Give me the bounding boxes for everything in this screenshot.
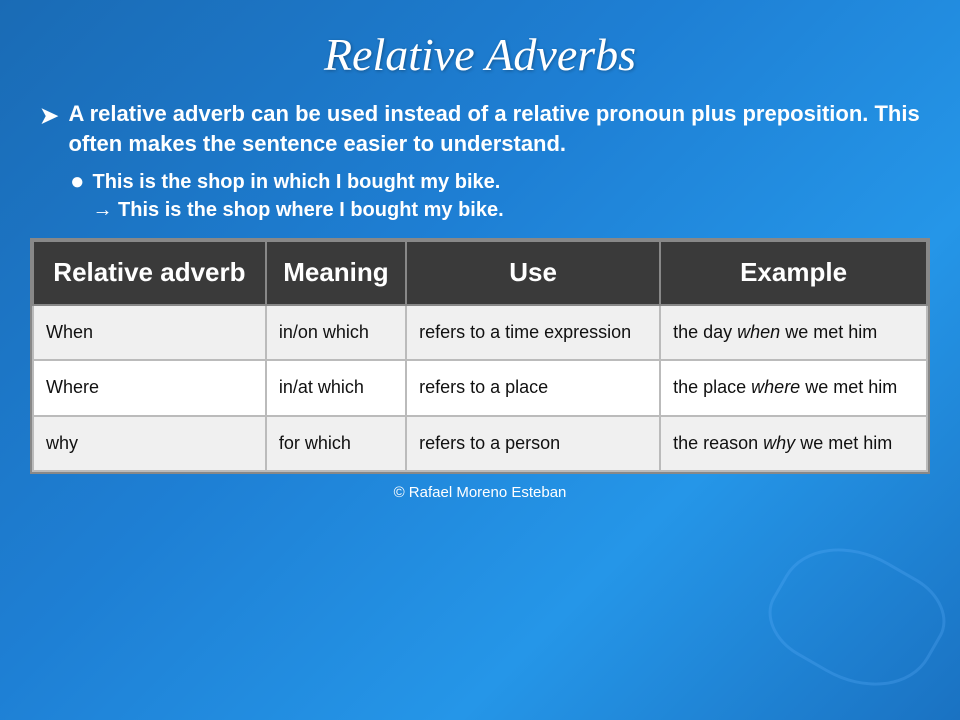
table-row: Where in/at which refers to a place the … xyxy=(33,360,927,415)
relative-adverbs-table: Relative adverb Meaning Use Example When… xyxy=(32,240,928,471)
sub-text-line1: This is the shop in which I bought my bi… xyxy=(93,171,501,193)
example-when-italic: when xyxy=(737,322,780,342)
table-header-row: Relative adverb Meaning Use Example xyxy=(33,241,927,305)
page-title: Relative Adverbs xyxy=(324,28,636,81)
example-where: the place where we met him xyxy=(660,360,927,415)
example-why: the reason why we met him xyxy=(660,416,927,471)
col-header-adverb: Relative adverb xyxy=(33,241,266,305)
adverb-why: why xyxy=(33,416,266,471)
example-why-italic: why xyxy=(763,433,795,453)
sub-bullet: ● This is the shop in which I bought my … xyxy=(40,168,920,224)
meaning-where: in/at which xyxy=(266,360,406,415)
adverb-where: Where xyxy=(33,360,266,415)
footer-text: © Rafael Moreno Esteban xyxy=(394,484,567,501)
example-where-italic: where xyxy=(751,377,800,397)
meaning-why: for which xyxy=(266,416,406,471)
col-header-example: Example xyxy=(660,241,927,305)
content-area: ➤ A relative adverb can be used instead … xyxy=(30,99,930,474)
example-where-end: we met him xyxy=(800,377,897,397)
col-header-use: Use xyxy=(406,241,660,305)
table-container: Relative adverb Meaning Use Example When… xyxy=(30,238,930,473)
use-when: refers to a time expression xyxy=(406,305,660,360)
adverb-when: When xyxy=(33,305,266,360)
table-row: When in/on which refers to a time expres… xyxy=(33,305,927,360)
sub-text-line2: → This is the shop where I bought my bik… xyxy=(93,199,504,221)
bullet-dot-icon: ● xyxy=(70,168,85,197)
use-where: refers to a place xyxy=(406,360,660,415)
example-where-plain: the place xyxy=(673,377,751,397)
table-row: why for which refers to a person the rea… xyxy=(33,416,927,471)
meaning-when: in/on which xyxy=(266,305,406,360)
example-when: the day when we met him xyxy=(660,305,927,360)
intro-section: ➤ A relative adverb can be used instead … xyxy=(30,99,930,224)
use-why: refers to a person xyxy=(406,416,660,471)
bullet-arrow-icon: ➤ xyxy=(40,101,58,131)
sub-text: This is the shop in which I bought my bi… xyxy=(93,168,504,224)
main-bullet: ➤ A relative adverb can be used instead … xyxy=(40,99,920,158)
col-header-meaning: Meaning xyxy=(266,241,406,305)
example-when-plain: the day xyxy=(673,322,737,342)
example-when-end: we met him xyxy=(780,322,877,342)
example-why-end: we met him xyxy=(795,433,892,453)
intro-main-text: A relative adverb can be used instead of… xyxy=(68,99,920,158)
example-why-plain: the reason xyxy=(673,433,763,453)
